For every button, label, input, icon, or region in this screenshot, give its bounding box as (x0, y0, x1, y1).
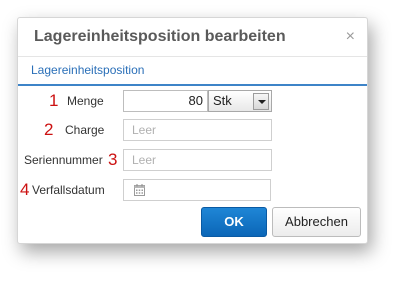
edit-dialog: Lagereinheitsposition bearbeiten × Lager… (17, 17, 368, 244)
annotation-number-2: 2 (44, 120, 54, 139)
header-divider (18, 56, 367, 57)
annotation-number-4: 4 (20, 180, 30, 199)
unit-select[interactable]: Stk (208, 90, 272, 112)
calendar-icon (134, 184, 145, 196)
verfallsdatum-label: Verfallsdatum (32, 183, 105, 197)
seriennummer-placeholder: Leer (132, 153, 157, 167)
seriennummer-row: Seriennummer 3 Leer (18, 149, 367, 171)
verfallsdatum-row: 4 Verfallsdatum (18, 179, 367, 201)
menge-label: Menge (67, 94, 104, 108)
menge-value: 80 (188, 93, 203, 108)
seriennummer-input[interactable]: Leer (123, 149, 272, 171)
verfallsdatum-field (123, 179, 271, 201)
verfallsdatum-input[interactable] (153, 179, 271, 201)
menge-row: 1 Menge 80 Stk (18, 90, 367, 112)
annotation-number-3: 3 (108, 150, 118, 169)
charge-label: Charge (65, 123, 105, 137)
charge-row: 2 Charge Leer (18, 119, 367, 141)
unit-select-value: Stk (213, 93, 232, 108)
ok-button[interactable]: OK (201, 207, 267, 237)
dialog-title: Lagereinheitsposition bearbeiten (34, 28, 286, 45)
cancel-button[interactable]: Abbrechen (272, 207, 361, 237)
date-picker-button[interactable] (123, 179, 154, 201)
tab-lagereinheitsposition[interactable]: Lagereinheitsposition (26, 60, 149, 84)
charge-placeholder: Leer (132, 123, 157, 137)
close-icon[interactable]: × (346, 28, 355, 46)
charge-input[interactable]: Leer (123, 119, 272, 141)
tab-underline (18, 84, 367, 86)
annotation-number-1: 1 (49, 91, 59, 110)
menge-input[interactable]: 80 (123, 90, 208, 112)
chevron-down-icon[interactable] (253, 93, 269, 110)
seriennummer-label: Seriennummer (24, 153, 103, 167)
